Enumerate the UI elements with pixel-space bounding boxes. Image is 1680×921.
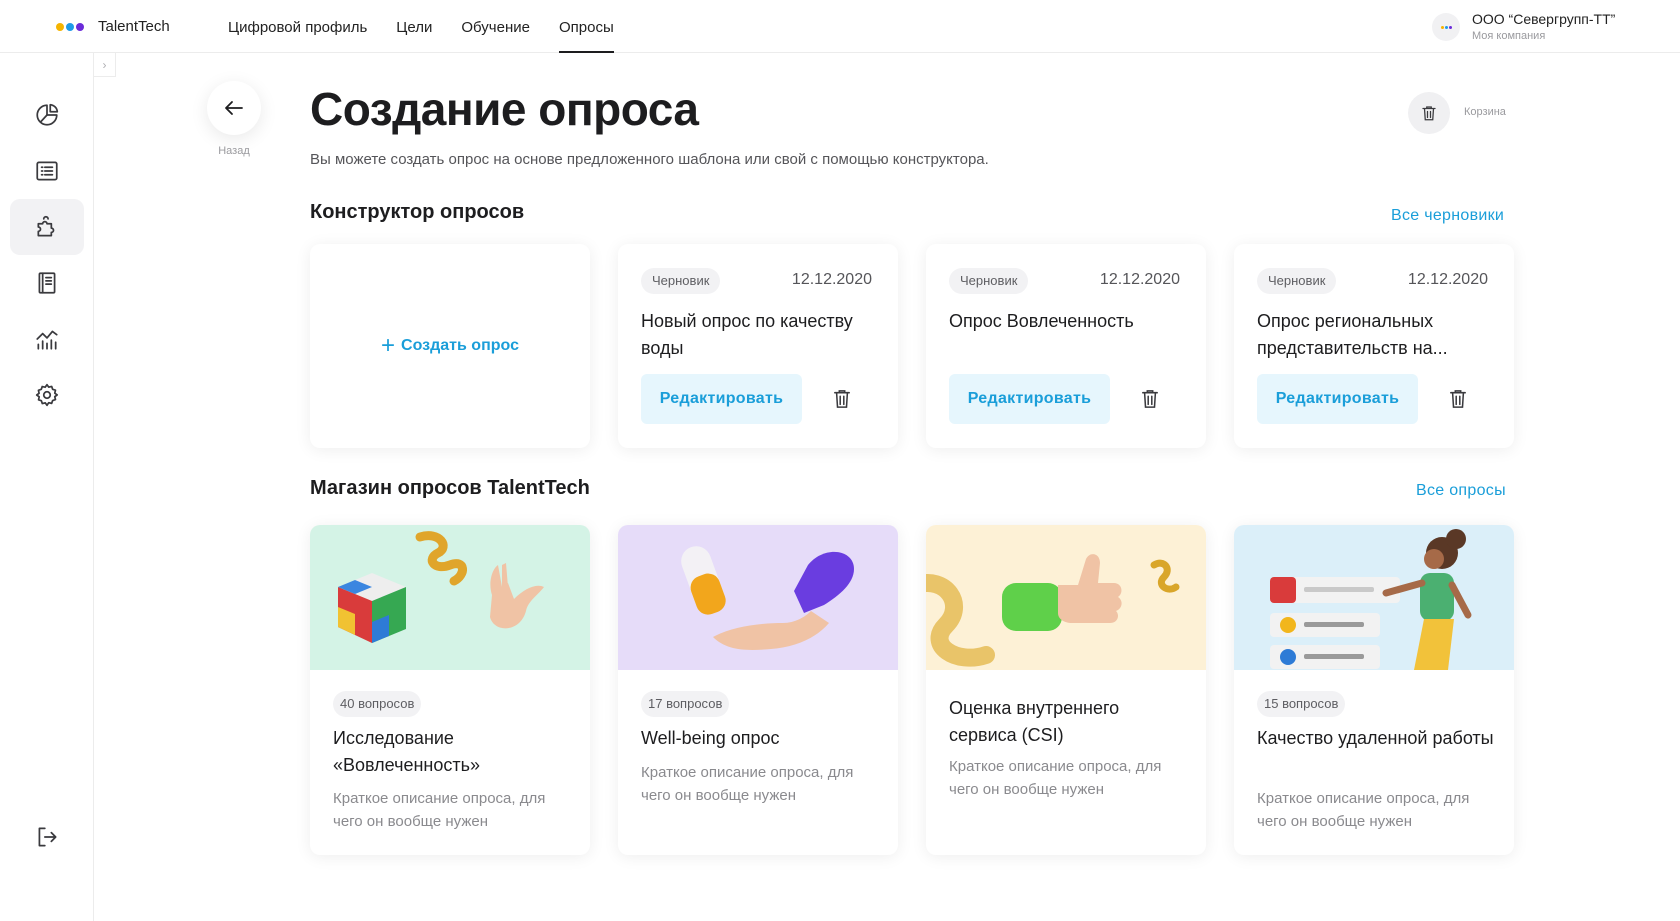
- gear-icon: [35, 383, 59, 407]
- nav-item-digital-profile[interactable]: Цифровой профиль: [228, 0, 367, 53]
- survey-title: Well-being опрос: [641, 728, 780, 748]
- draft-title: Опрос региональных представительств на..…: [1257, 311, 1448, 358]
- survey-description: Краткое описание опроса, для чего он воо…: [333, 790, 546, 830]
- draft-title: Опрос Вовлеченность: [949, 311, 1134, 331]
- survey-illustration: [926, 525, 1206, 670]
- draft-date: 12.12.2020: [791, 271, 872, 288]
- back-label: Назад: [218, 145, 250, 157]
- plus-icon: +: [381, 332, 396, 359]
- trash-icon: [1422, 106, 1436, 121]
- store-survey-card[interactable]: 15 вопросов Качество удаленной работы Кр…: [1234, 525, 1514, 855]
- survey-description: Краткое описание опроса, для чего он воо…: [641, 764, 854, 804]
- app-name: TalentTech: [98, 18, 170, 35]
- create-survey-label: Создать опрос: [401, 337, 519, 354]
- company-subtitle: Моя компания: [1472, 30, 1546, 42]
- list-icon: [36, 161, 58, 181]
- draft-badge: Черновик: [1257, 268, 1337, 294]
- survey-title: Исследование «Вовлеченность»: [333, 728, 481, 775]
- delete-draft-button[interactable]: [1139, 388, 1161, 410]
- trash-icon: [1142, 390, 1158, 408]
- delete-draft-button[interactable]: [831, 388, 853, 410]
- puzzle-icon: [37, 215, 55, 237]
- arrow-left-icon: [225, 101, 243, 115]
- app-logo[interactable]: TalentTech: [56, 18, 170, 35]
- sidebar-item-analytics[interactable]: [10, 311, 84, 367]
- survey-title: Оценка внутреннего сервиса (CSI): [949, 698, 1120, 745]
- survey-description: Краткое описание опроса, для чего он воо…: [1257, 790, 1470, 830]
- nav-item-goals[interactable]: Цели: [396, 0, 432, 53]
- survey-illustration: [310, 525, 590, 670]
- questions-count-badge: 40 вопросов: [333, 691, 422, 717]
- survey-description: Краткое описание опроса, для чего он воо…: [949, 758, 1162, 798]
- create-survey-card[interactable]: + Создать опрос: [310, 244, 590, 448]
- company-avatar: [1432, 13, 1460, 41]
- page-subtitle: Вы можете создать опрос на основе предло…: [310, 151, 989, 168]
- questions-count-badge: 15 вопросов: [1257, 691, 1346, 717]
- constructor-section-title: Конструктор опросов: [310, 201, 525, 223]
- page-title: Создание опроса: [310, 83, 699, 135]
- sidebar-item-settings[interactable]: [10, 367, 84, 423]
- questions-count-badge: 17 вопросов: [641, 691, 730, 717]
- draft-card: Черновик 12.12.2020 Опрос региональных п…: [1234, 244, 1514, 448]
- top-bar: TalentTech Цифровой профиль Цели Обучени…: [0, 0, 1680, 53]
- back-button[interactable]: [207, 81, 261, 135]
- pie-chart-icon: [36, 103, 59, 126]
- chevron-right-icon: ›: [102, 57, 107, 72]
- trash-icon: [834, 390, 850, 408]
- draft-card: Черновик 12.12.2020 Новый опрос по качес…: [618, 244, 898, 448]
- sidebar: [0, 53, 94, 921]
- draft-badge: Черновик: [949, 268, 1029, 294]
- nav-item-learning[interactable]: Обучение: [461, 0, 530, 53]
- draft-title: Новый опрос по качеству воды: [641, 311, 853, 358]
- company-name: ООО “Севергрупп-ТТ”: [1472, 11, 1616, 27]
- draft-date: 12.12.2020: [1407, 271, 1488, 288]
- logout-button[interactable]: [10, 809, 84, 865]
- survey-title: Качество удаленной работы: [1257, 728, 1494, 748]
- edit-draft-button[interactable]: Редактировать: [1257, 374, 1418, 424]
- all-drafts-link[interactable]: Все черновики: [1391, 207, 1504, 225]
- analytics-icon: [36, 330, 58, 350]
- delete-draft-button[interactable]: [1447, 388, 1469, 410]
- store-section-title: Магазин опросов TalentTech: [310, 477, 590, 499]
- nav-item-surveys[interactable]: Опросы: [558, 0, 614, 53]
- all-surveys-link[interactable]: Все опросы: [1416, 482, 1506, 500]
- draft-badge: Черновик: [641, 268, 721, 294]
- survey-illustration: [618, 525, 898, 670]
- main-nav: Цифровой профиль Цели Обучение Опросы: [228, 0, 643, 53]
- sidebar-collapse-button[interactable]: ›: [94, 53, 116, 77]
- logout-icon: [38, 827, 57, 847]
- sidebar-item-list[interactable]: [10, 143, 84, 199]
- sidebar-item-dashboard[interactable]: [10, 87, 84, 143]
- survey-illustration: [1234, 525, 1514, 670]
- company-switcher[interactable]: ООО “Севергрупп-ТТ” Моя компания: [1432, 11, 1615, 43]
- trash-icon: [1450, 390, 1466, 408]
- draft-date: 12.12.2020: [1099, 271, 1180, 288]
- edit-draft-button[interactable]: Редактировать: [949, 374, 1110, 424]
- edit-draft-button[interactable]: Редактировать: [641, 374, 802, 424]
- logo-dots-icon: [56, 22, 84, 31]
- store-survey-card[interactable]: 17 вопросов Well-being опрос Краткое опи…: [618, 525, 898, 855]
- book-icon: [38, 272, 56, 294]
- sidebar-item-library[interactable]: [10, 255, 84, 311]
- store-survey-card[interactable]: 40 вопросов Исследование «Вовлеченность»…: [310, 525, 590, 855]
- draft-card: Черновик 12.12.2020 Опрос Вовлеченность …: [926, 244, 1206, 448]
- trash-label[interactable]: Корзина: [1464, 106, 1506, 118]
- sidebar-item-constructor[interactable]: [10, 199, 84, 255]
- store-survey-card[interactable]: Оценка внутреннего сервиса (CSI) Краткое…: [926, 525, 1206, 855]
- trash-button[interactable]: [1408, 92, 1450, 134]
